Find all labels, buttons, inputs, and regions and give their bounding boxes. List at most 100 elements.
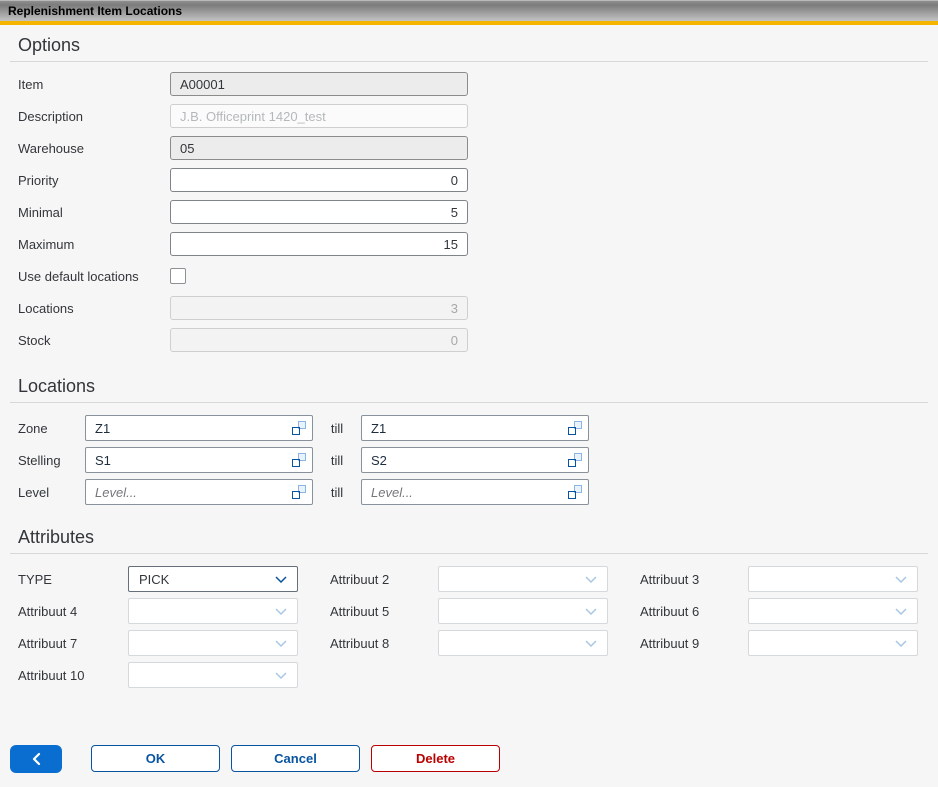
attribuut-10-cell: Attribuut 10	[18, 662, 298, 688]
attribuut-5-label: Attribuut 5	[330, 604, 438, 619]
stelling-to-field[interactable]	[361, 447, 589, 473]
warehouse-field	[170, 136, 468, 160]
attribuut-6-cell: Attribuut 6	[640, 598, 918, 624]
value-help-icon[interactable]	[568, 453, 582, 467]
zone-to-input[interactable]	[371, 421, 568, 436]
till-label: till	[313, 453, 361, 468]
delete-button[interactable]: Delete	[371, 745, 500, 772]
level-from-input[interactable]	[95, 485, 292, 500]
attribuut-9-label: Attribuut 9	[640, 636, 748, 651]
value-help-icon[interactable]	[568, 421, 582, 435]
options-heading: Options	[0, 33, 938, 57]
options-section: Options Item Description Warehouse Prior…	[0, 33, 938, 352]
maximum-field[interactable]	[170, 232, 468, 256]
attribuut-8-label: Attribuut 8	[330, 636, 438, 651]
dialog-content: Options Item Description Warehouse Prior…	[0, 25, 938, 745]
level-from-field[interactable]	[85, 479, 313, 505]
attributes-row-3: Attribuut 7 Attribuut 8	[18, 630, 938, 656]
value-help-icon[interactable]	[568, 485, 582, 499]
replenishment-item-locations-dialog: Replenishment Item Locations Options Ite…	[0, 0, 938, 787]
stelling-to-input[interactable]	[371, 453, 568, 468]
zone-from-field[interactable]	[85, 415, 313, 441]
chevron-down-icon	[585, 640, 597, 647]
attributes-row-2: Attribuut 4 Attribuut 5	[18, 598, 938, 624]
stock-row: Stock	[0, 328, 938, 352]
stelling-from-field[interactable]	[85, 447, 313, 473]
attribuut-5-cell: Attribuut 5	[330, 598, 608, 624]
use-default-locations-checkbox[interactable]	[170, 268, 186, 284]
attribuut-4-label: Attribuut 4	[18, 604, 128, 619]
locations-heading: Locations	[0, 374, 938, 398]
locations-count-label: Locations	[18, 301, 170, 316]
chevron-down-icon	[275, 672, 287, 679]
value-help-icon[interactable]	[292, 453, 306, 467]
priority-field[interactable]	[170, 168, 468, 192]
attribuut-2-dropdown	[438, 566, 608, 592]
stelling-from-input[interactable]	[95, 453, 292, 468]
till-label: till	[313, 485, 361, 500]
type-dropdown[interactable]: PICK	[128, 566, 298, 592]
maximum-row: Maximum	[0, 232, 938, 256]
item-row: Item	[0, 72, 938, 96]
attribuut-9-cell: Attribuut 9	[640, 630, 918, 656]
attribuut-7-label: Attribuut 7	[18, 636, 128, 651]
item-label: Item	[18, 77, 170, 92]
item-field	[170, 72, 468, 96]
attributes-section: Attributes TYPE PICK Attribuut 2	[0, 511, 938, 688]
minimal-row: Minimal	[0, 200, 938, 224]
level-to-field[interactable]	[361, 479, 589, 505]
maximum-label: Maximum	[18, 237, 170, 252]
attribuut-2-label: Attribuut 2	[330, 572, 438, 587]
attribuut-3-label: Attribuut 3	[640, 572, 748, 587]
attribuut-7-cell: Attribuut 7	[18, 630, 298, 656]
description-label: Description	[18, 109, 170, 124]
locations-section: Locations Zone till Stelling	[0, 360, 938, 505]
attribuut-5-dropdown	[438, 598, 608, 624]
attribuut-7-dropdown	[128, 630, 298, 656]
stock-label: Stock	[18, 333, 170, 348]
zone-from-input[interactable]	[95, 421, 292, 436]
attribuut-9-dropdown	[748, 630, 918, 656]
chevron-down-icon	[585, 576, 597, 583]
attribuut-10-label: Attribuut 10	[18, 668, 128, 683]
level-row: Level till	[0, 479, 938, 505]
back-button[interactable]	[10, 745, 62, 773]
stock-field	[170, 328, 468, 352]
zone-to-field[interactable]	[361, 415, 589, 441]
attribuut-3-cell: Attribuut 3	[640, 566, 918, 592]
priority-row: Priority	[0, 168, 938, 192]
cancel-button[interactable]: Cancel	[231, 745, 360, 772]
locations-count-field	[170, 296, 468, 320]
value-help-icon[interactable]	[292, 485, 306, 499]
attribuut-3-dropdown	[748, 566, 918, 592]
type-dropdown-value: PICK	[139, 572, 169, 587]
window-titlebar: Replenishment Item Locations	[0, 0, 938, 21]
attributes-row-4: Attribuut 10	[18, 662, 938, 688]
attributes-row-1: TYPE PICK Attribuut 2	[18, 566, 938, 592]
footer-toolbar: OK Cancel Delete	[0, 745, 938, 787]
minimal-label: Minimal	[18, 205, 170, 220]
chevron-down-icon	[585, 608, 597, 615]
till-label: till	[313, 421, 361, 436]
type-cell: TYPE PICK	[18, 566, 298, 592]
minimal-field[interactable]	[170, 200, 468, 224]
attribuut-6-label: Attribuut 6	[640, 604, 748, 619]
chevron-down-icon	[275, 576, 287, 583]
level-to-input[interactable]	[371, 485, 568, 500]
attribuut-6-dropdown	[748, 598, 918, 624]
description-field	[170, 104, 468, 128]
chevron-down-icon	[275, 608, 287, 615]
value-help-icon[interactable]	[292, 421, 306, 435]
stelling-label: Stelling	[18, 453, 85, 468]
zone-row: Zone till	[0, 415, 938, 441]
attribuut-10-dropdown	[128, 662, 298, 688]
type-label: TYPE	[18, 572, 128, 587]
attribuut-8-cell: Attribuut 8	[330, 630, 608, 656]
attribuut-8-dropdown	[438, 630, 608, 656]
back-chevron-icon	[31, 752, 41, 766]
description-row: Description	[0, 104, 938, 128]
use-default-locations-label: Use default locations	[18, 269, 170, 284]
attribuut-4-cell: Attribuut 4	[18, 598, 298, 624]
ok-button[interactable]: OK	[91, 745, 220, 772]
stelling-row: Stelling till	[0, 447, 938, 473]
